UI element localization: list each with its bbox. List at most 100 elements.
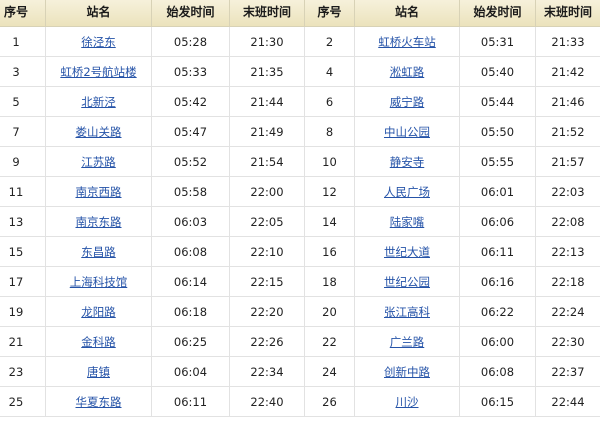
first-train-time-cell: 06:11 — [459, 236, 536, 267]
station-seq-cell: 21 — [0, 326, 46, 357]
station-name-cell: 张江高科 — [354, 296, 460, 327]
first-train-time-cell: 05:28 — [151, 26, 230, 57]
station-name-cell: 川沙 — [354, 386, 460, 417]
first-train-time-cell: 05:44 — [459, 86, 536, 117]
timetable-body: 1 徐泾东 05:28 21:30 2 虹桥火车站 05:31 21:33 3 虹桥2号航站楼 05… — [0, 26, 600, 417]
station-link[interactable]: 淞虹路 — [390, 65, 425, 79]
station-name-cell: 北新泾 — [45, 86, 152, 117]
first-train-time-cell: 06:22 — [459, 296, 536, 327]
station-seq-cell: 20 — [304, 296, 355, 327]
station-seq-cell: 8 — [304, 116, 355, 147]
station-name-cell: 世纪大道 — [354, 236, 460, 267]
table-row: 5 北新泾 05:42 21:44 6 威宁路 05:44 21:46 — [0, 86, 600, 117]
station-link[interactable]: 虹桥火车站 — [378, 35, 436, 49]
first-train-time-cell: 06:15 — [459, 386, 536, 417]
station-seq-cell: 10 — [304, 146, 355, 177]
station-seq-cell: 18 — [304, 266, 355, 297]
table-row: 7 娄山关路 05:47 21:49 8 中山公园 05:50 21:52 — [0, 116, 600, 147]
first-train-time-cell: 06:04 — [151, 356, 230, 387]
last-train-time-cell: 21:44 — [229, 86, 305, 117]
last-train-time-cell: 22:18 — [535, 266, 600, 297]
first-train-time-cell: 05:52 — [151, 146, 230, 177]
station-link[interactable]: 徐泾东 — [81, 35, 116, 49]
table-row: 3 虹桥2号航站楼 05:33 21:35 4 淞虹路 05:40 21:42 — [0, 56, 600, 87]
station-name-cell: 金科路 — [45, 326, 152, 357]
station-seq-cell: 5 — [0, 86, 46, 117]
station-link[interactable]: 南京东路 — [76, 215, 122, 229]
station-link[interactable]: 华夏东路 — [76, 395, 122, 409]
station-name-cell: 陆家嘴 — [354, 206, 460, 237]
header-station: 站名 — [45, 0, 152, 27]
table-row: 23 唐镇 06:04 22:34 24 创新中路 06:08 22:37 — [0, 356, 600, 387]
station-seq-cell: 3 — [0, 56, 46, 87]
station-link[interactable]: 世纪公园 — [384, 275, 430, 289]
station-seq-cell: 9 — [0, 146, 46, 177]
station-link[interactable]: 娄山关路 — [76, 125, 122, 139]
last-train-time-cell: 22:00 — [229, 176, 305, 207]
station-link[interactable]: 江苏路 — [81, 155, 116, 169]
station-name-cell: 创新中路 — [354, 356, 460, 387]
table-row: 17 上海科技馆 06:14 22:15 18 世纪公园 06:16 22:18 — [0, 266, 600, 297]
last-train-time-cell: 22:05 — [229, 206, 305, 237]
station-link[interactable]: 静安寺 — [390, 155, 425, 169]
first-train-time-cell: 06:03 — [151, 206, 230, 237]
first-train-time-cell: 05:31 — [459, 26, 536, 57]
station-link[interactable]: 创新中路 — [384, 365, 430, 379]
last-train-time-cell: 21:46 — [535, 86, 600, 117]
station-name-cell: 徐泾东 — [45, 26, 152, 57]
last-train-time-cell: 22:03 — [535, 176, 600, 207]
station-seq-cell: 4 — [304, 56, 355, 87]
station-link[interactable]: 威宁路 — [390, 95, 425, 109]
station-link[interactable]: 金科路 — [81, 335, 116, 349]
station-link[interactable]: 上海科技馆 — [70, 275, 128, 289]
last-train-time-cell: 22:13 — [535, 236, 600, 267]
first-train-time-cell: 06:14 — [151, 266, 230, 297]
last-train-time-cell: 22:20 — [229, 296, 305, 327]
station-name-cell: 唐镇 — [45, 356, 152, 387]
station-name-cell: 东昌路 — [45, 236, 152, 267]
station-link[interactable]: 世纪大道 — [384, 245, 430, 259]
station-seq-cell: 19 — [0, 296, 46, 327]
station-link[interactable]: 川沙 — [396, 395, 419, 409]
last-train-time-cell: 21:57 — [535, 146, 600, 177]
station-seq-cell: 24 — [304, 356, 355, 387]
station-seq-cell: 7 — [0, 116, 46, 147]
table-row: 19 龙阳路 06:18 22:20 20 张江高科 06:22 22:24 — [0, 296, 600, 327]
table-row: 11 南京西路 05:58 22:00 12 人民广场 06:01 22:03 — [0, 176, 600, 207]
last-train-time-cell: 22:34 — [229, 356, 305, 387]
station-name-cell: 南京东路 — [45, 206, 152, 237]
station-seq-cell: 17 — [0, 266, 46, 297]
station-link[interactable]: 张江高科 — [384, 305, 430, 319]
last-train-time-cell: 21:49 — [229, 116, 305, 147]
table-row: 1 徐泾东 05:28 21:30 2 虹桥火车站 05:31 21:33 — [0, 26, 600, 57]
station-link[interactable]: 东昌路 — [81, 245, 116, 259]
last-train-time-cell: 22:44 — [535, 386, 600, 417]
station-seq-cell: 2 — [304, 26, 355, 57]
table-row: 15 东昌路 06:08 22:10 16 世纪大道 06:11 22:13 — [0, 236, 600, 267]
table-row: 9 江苏路 05:52 21:54 10 静安寺 05:55 21:57 — [0, 146, 600, 177]
station-link[interactable]: 人民广场 — [384, 185, 430, 199]
station-name-cell: 世纪公园 — [354, 266, 460, 297]
first-train-time-cell: 06:06 — [459, 206, 536, 237]
station-link[interactable]: 北新泾 — [81, 95, 116, 109]
last-train-time-cell: 22:08 — [535, 206, 600, 237]
header-seq: 序号 — [0, 0, 46, 27]
station-seq-cell: 15 — [0, 236, 46, 267]
station-link[interactable]: 陆家嘴 — [390, 215, 425, 229]
station-link[interactable]: 中山公园 — [384, 125, 430, 139]
station-name-cell: 虹桥2号航站楼 — [45, 56, 152, 87]
last-train-time-cell: 22:40 — [229, 386, 305, 417]
station-link[interactable]: 广兰路 — [390, 335, 425, 349]
last-train-time-cell: 21:35 — [229, 56, 305, 87]
station-name-cell: 上海科技馆 — [45, 266, 152, 297]
station-link[interactable]: 唐镇 — [87, 365, 110, 379]
header-first-train: 始发时间 — [459, 0, 536, 27]
station-link[interactable]: 虹桥2号航站楼 — [60, 65, 136, 79]
first-train-time-cell: 05:55 — [459, 146, 536, 177]
last-train-time-cell: 22:24 — [535, 296, 600, 327]
last-train-time-cell: 21:54 — [229, 146, 305, 177]
last-train-time-cell: 22:10 — [229, 236, 305, 267]
last-train-time-cell: 21:42 — [535, 56, 600, 87]
station-link[interactable]: 龙阳路 — [81, 305, 116, 319]
station-link[interactable]: 南京西路 — [76, 185, 122, 199]
